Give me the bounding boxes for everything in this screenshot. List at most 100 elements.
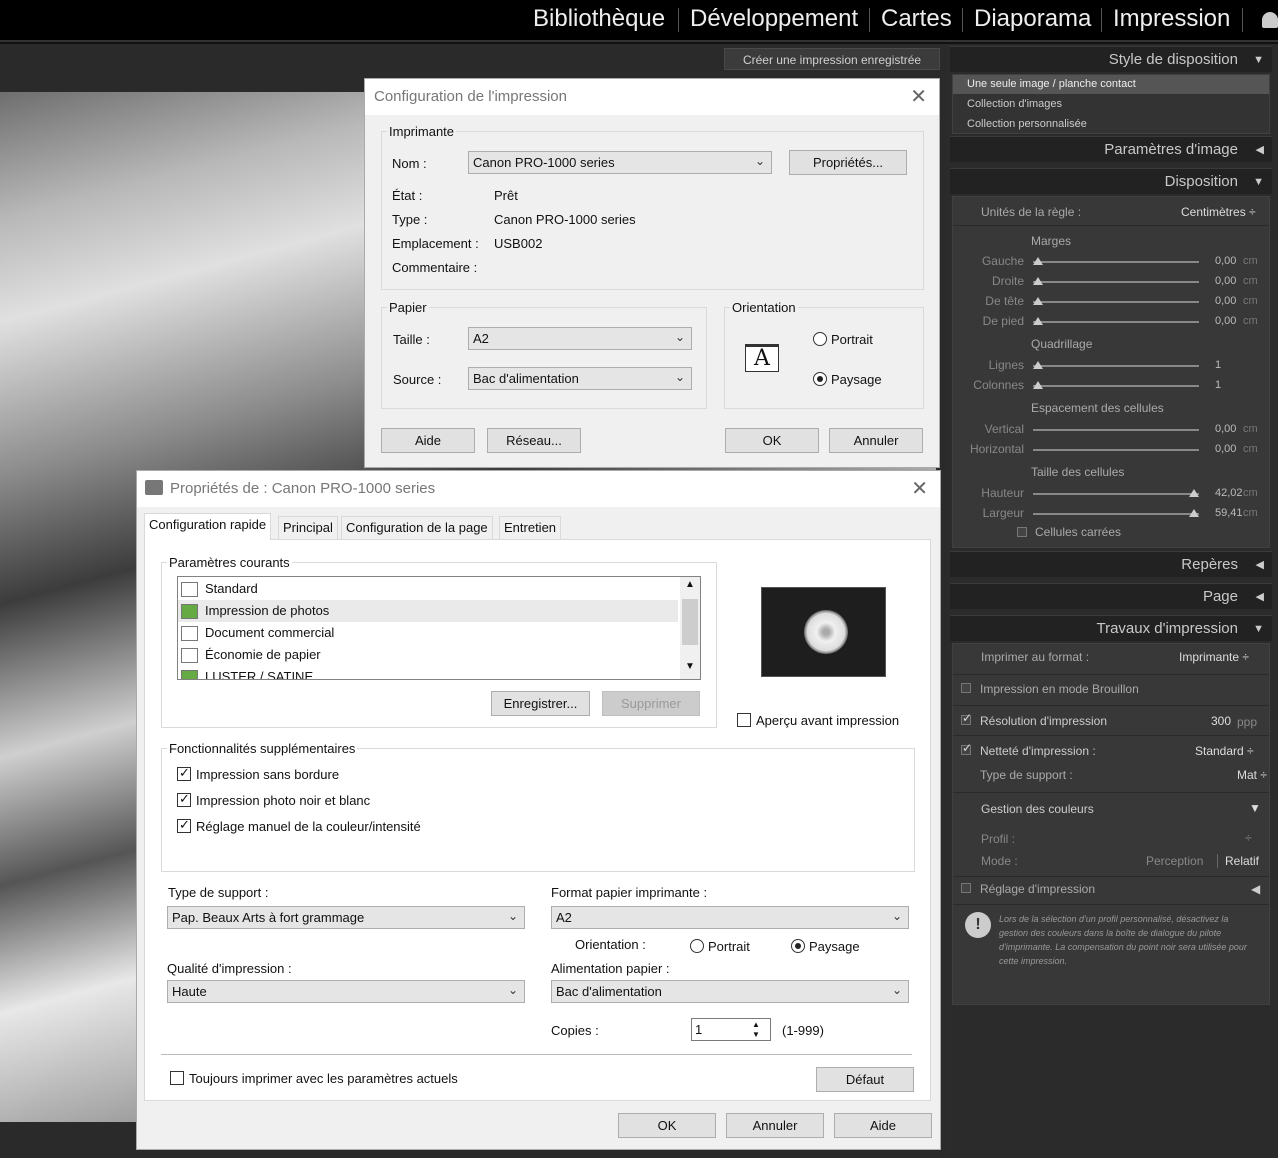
delete-preset-button[interactable]: Supprimer (602, 691, 700, 716)
save-preset-button[interactable]: Enregistrer... (491, 691, 590, 716)
ok-button[interactable]: OK (618, 1113, 716, 1138)
slider-track[interactable] (1033, 385, 1199, 387)
stepper-down-icon[interactable]: ▼ (752, 1030, 760, 1039)
slider-value[interactable]: 1 (1215, 359, 1221, 371)
bw-photo-checkbox[interactable] (177, 791, 191, 807)
module-print[interactable]: Impression (1113, 5, 1230, 33)
preset-item[interactable]: Standard (178, 578, 678, 600)
module-library[interactable]: Bibliothèque (533, 5, 665, 33)
slider-knob[interactable] (1033, 381, 1043, 389)
landscape-radio[interactable] (791, 939, 805, 953)
scroll-down-icon[interactable]: ▼ (685, 661, 695, 672)
scrollbar-thumb[interactable] (682, 599, 698, 645)
presets-list[interactable]: Standard Impression de photos Document com… (177, 576, 701, 680)
slider-track[interactable] (1033, 429, 1199, 431)
slider-value[interactable]: 0,00 (1215, 443, 1236, 455)
ruler-units-select[interactable]: Centimètres ÷ (1181, 205, 1256, 219)
portrait-radio[interactable] (813, 332, 827, 346)
slider-track[interactable] (1033, 493, 1199, 495)
layout-single-image[interactable]: Une seule image / planche contact (967, 78, 1136, 90)
landscape-radio[interactable] (813, 372, 827, 386)
print-resolution-value[interactable]: 300 (1211, 714, 1231, 728)
slider-track[interactable] (1033, 261, 1199, 263)
scroll-up-icon[interactable]: ▲ (685, 579, 695, 590)
network-button[interactable]: Réseau... (487, 428, 581, 453)
paper-source-select[interactable]: Bac d'alimentation ⌄ (468, 367, 692, 390)
always-print-checkbox[interactable] (170, 1071, 184, 1085)
slider-value[interactable]: 42,02 (1215, 487, 1243, 499)
slider-track[interactable] (1033, 513, 1199, 515)
triangle-left-icon[interactable]: ◀ (1251, 882, 1260, 896)
cancel-button[interactable]: Annuler (829, 428, 923, 453)
paper-format-select[interactable]: A2 ⌄ (551, 906, 909, 929)
slider-value[interactable]: 0,00 (1215, 423, 1236, 435)
print-sharpening-checkbox[interactable] (961, 741, 972, 755)
print-to-select[interactable]: Imprimante ÷ (1179, 650, 1249, 664)
close-icon[interactable]: ✕ (911, 471, 928, 507)
preset-item[interactable]: Document commercial (178, 622, 678, 644)
image-settings-header[interactable]: Paramètres d'image ◀ (950, 136, 1272, 162)
properties-button[interactable]: Propriétés... (789, 150, 907, 175)
slider-value[interactable]: 59,41 (1215, 507, 1243, 519)
tab-main[interactable]: Principal (278, 516, 338, 539)
tab-quick-setup[interactable]: Configuration rapide (144, 513, 272, 540)
close-icon[interactable]: ✕ (910, 79, 927, 115)
layout-style-header[interactable]: Style de disposition ▼ (950, 46, 1272, 72)
borderless-checkbox[interactable] (177, 765, 191, 781)
copies-value[interactable]: 1 (695, 1022, 702, 1037)
tab-page-setup[interactable]: Configuration de la page (341, 516, 493, 539)
square-cells-checkbox[interactable] (1017, 527, 1027, 537)
mode-relative[interactable]: Relatif (1225, 854, 1259, 868)
scrollbar[interactable]: ▲ ▼ (680, 577, 700, 679)
ok-button[interactable]: OK (725, 428, 819, 453)
slider-knob[interactable] (1033, 257, 1043, 265)
cancel-button[interactable]: Annuler (726, 1113, 824, 1138)
print-quality-select[interactable]: Haute ⌄ (167, 980, 525, 1003)
slider-knob[interactable] (1033, 277, 1043, 285)
module-develop[interactable]: Développement (690, 5, 858, 33)
copies-stepper[interactable]: 1 ▲ ▼ (691, 1018, 771, 1041)
slider-track[interactable] (1033, 365, 1199, 367)
help-button[interactable]: Aide (834, 1113, 932, 1138)
cloud-icon[interactable] (1262, 12, 1278, 28)
module-maps[interactable]: Cartes (881, 5, 952, 33)
create-saved-print-button[interactable]: Créer une impression enregistrée (724, 48, 940, 70)
slider-knob[interactable] (1033, 361, 1043, 369)
print-resolution-checkbox[interactable] (961, 711, 972, 725)
print-adjustment-checkbox[interactable] (961, 883, 971, 893)
help-button[interactable]: Aide (381, 428, 475, 453)
manual-color-checkbox[interactable] (177, 817, 191, 833)
slider-track[interactable] (1033, 321, 1199, 323)
preset-item[interactable]: Impression de photos (178, 600, 678, 622)
mode-perception[interactable]: Perception (1146, 854, 1203, 868)
slider-value[interactable]: 0,00 (1215, 315, 1236, 327)
print-job-header[interactable]: Travaux d'impression ▼ (950, 615, 1272, 641)
slider-value[interactable]: 0,00 (1215, 275, 1236, 287)
paper-size-select[interactable]: A2 ⌄ (468, 327, 692, 350)
slider-value[interactable]: 1 (1215, 379, 1221, 391)
stepper-up-icon[interactable]: ▲ (752, 1020, 760, 1029)
tab-maintenance[interactable]: Entretien (499, 516, 562, 539)
layout-custom-package[interactable]: Collection personnalisée (967, 118, 1087, 130)
slider-knob[interactable] (1033, 297, 1043, 305)
triangle-down-icon[interactable]: ▼ (1249, 801, 1261, 815)
preset-item[interactable]: Économie de papier (178, 644, 678, 666)
print-sharpening-select[interactable]: Standard ÷ (1195, 744, 1254, 758)
preset-item[interactable]: LUSTER / SATINE (178, 666, 678, 679)
slider-track[interactable] (1033, 449, 1199, 451)
printer-name-select[interactable]: Canon PRO-1000 series ⌄ (468, 151, 772, 174)
slider-knob[interactable] (1189, 509, 1199, 517)
guides-header[interactable]: Repères ◀ (950, 551, 1272, 577)
layout-header[interactable]: Disposition ▼ (950, 168, 1272, 194)
media-type-select[interactable]: Pap. Beaux Arts à fort grammage ⌄ (167, 906, 525, 929)
media-type-select[interactable]: Mat ÷ (1237, 768, 1267, 782)
module-slideshow[interactable]: Diaporama (974, 5, 1091, 33)
portrait-radio[interactable] (690, 939, 704, 953)
print-preview-checkbox[interactable] (737, 713, 751, 727)
paper-feed-select[interactable]: Bac d'alimentation ⌄ (551, 980, 909, 1003)
slider-track[interactable] (1033, 281, 1199, 283)
slider-knob[interactable] (1033, 317, 1043, 325)
slider-track[interactable] (1033, 301, 1199, 303)
slider-knob[interactable] (1189, 489, 1199, 497)
slider-value[interactable]: 0,00 (1215, 255, 1236, 267)
